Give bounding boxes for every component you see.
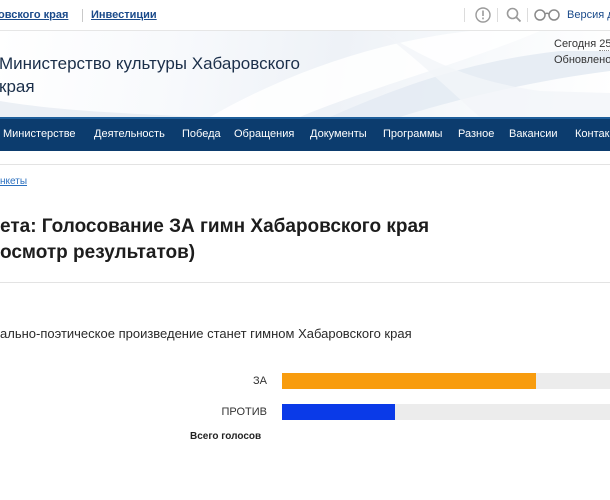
- nav-item-programs[interactable]: Программы: [383, 128, 442, 140]
- poll-bar-track-for: [282, 373, 610, 389]
- nav-item-victory[interactable]: Победа: [182, 128, 221, 140]
- page-title-line: осмотр результатов): [0, 242, 196, 263]
- nav-item-appeals[interactable]: Обращения: [234, 128, 294, 140]
- glasses-icon[interactable]: [533, 8, 561, 22]
- page-title-line: ета: Голосование ЗА гимн Хабаровского кр…: [0, 216, 430, 237]
- site-title[interactable]: Министерство культуры Хабаровского края: [0, 52, 329, 98]
- site-header: Министерство культуры Хабаровского края …: [0, 31, 610, 117]
- info-icon[interactable]: [474, 6, 492, 24]
- today-value: 25: [599, 38, 610, 51]
- total-votes-label: Всего голосов: [190, 431, 262, 442]
- poll-bar-fill-against: [282, 404, 396, 420]
- nav-item-activity[interactable]: Деятельность: [94, 128, 165, 140]
- nav-item-contacts[interactable]: Контак: [575, 128, 609, 140]
- updated-label: Обновлено: [554, 54, 610, 66]
- page-title: ета: Голосование ЗА гимн Хабаровского кр…: [0, 214, 429, 266]
- divider: [0, 164, 610, 165]
- poll-bar-fill-for: [282, 373, 537, 389]
- investments-link[interactable]: Инвестиции: [91, 9, 157, 21]
- site-title-line: Министерство культуры Хабаровского: [0, 54, 300, 73]
- poll-option-label-against: ПРОТИВ: [221, 406, 267, 418]
- main-navigation: Министерстве Деятельность Победа Обращен…: [0, 117, 610, 151]
- breadcrumb[interactable]: нкеты: [0, 176, 27, 187]
- poll-option-label-for: ЗА: [253, 375, 267, 387]
- top-divider: [527, 8, 528, 22]
- search-icon[interactable]: [505, 6, 523, 24]
- top-divider: [464, 8, 465, 22]
- top-utility-bar: овского края Инвестиции Версия д: [0, 0, 610, 31]
- poll-question: ально-поэтическое произведение станет ги…: [0, 326, 412, 341]
- today-label: Сегодня: [554, 38, 597, 50]
- date-block: Сегодня 25 Обновлено: [554, 36, 610, 68]
- top-divider: [497, 8, 498, 22]
- divider: [0, 282, 610, 283]
- nav-item-misc[interactable]: Разное: [458, 128, 494, 140]
- nav-item-vacancies[interactable]: Вакансии: [509, 128, 558, 140]
- top-divider: [82, 9, 83, 22]
- nav-item-documents[interactable]: Документы: [310, 128, 367, 140]
- poll-bar-track-against: [282, 404, 610, 420]
- region-link[interactable]: овского края: [0, 9, 68, 21]
- site-title-line: края: [0, 77, 35, 96]
- accessibility-version-link[interactable]: Версия д: [567, 9, 610, 21]
- nav-item-ministry[interactable]: Министерстве: [3, 128, 76, 140]
